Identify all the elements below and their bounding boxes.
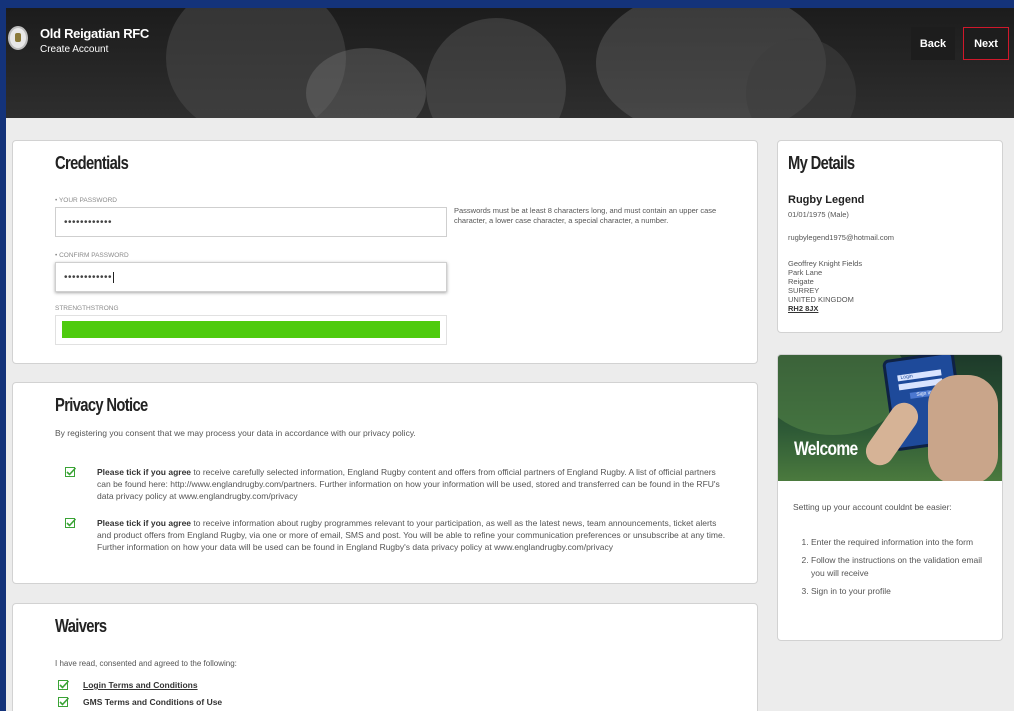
hand: [928, 375, 998, 481]
privacy-title: Privacy Notice: [55, 395, 148, 415]
consent-lead: Please tick if you agree: [97, 467, 192, 477]
credentials-card: Credentials • YOUR PASSWORD ••••••••••••…: [12, 140, 758, 364]
credentials-title: Credentials: [55, 153, 129, 173]
password-label: • YOUR PASSWORD: [55, 197, 117, 204]
page-subtitle: Create Account: [40, 44, 109, 55]
page-frame: Old Reigatian RFC Create Account Back Ne…: [6, 8, 1014, 711]
waivers-intro: I have read, consented and agreed to the…: [55, 659, 237, 668]
back-button[interactable]: Back: [911, 27, 955, 60]
user-dob: 01/01/1975 (Male): [788, 210, 849, 219]
consent-body: to receive carefully selected informatio…: [97, 467, 720, 502]
header-banner: Old Reigatian RFC Create Account Back Ne…: [6, 8, 1014, 118]
privacy-intro: By registering you consent that we may p…: [55, 428, 416, 438]
confirm-password-value: ••••••••••••: [64, 271, 113, 283]
confirm-password-input[interactable]: ••••••••••••: [55, 262, 447, 292]
strength-label: STRENGTHSTRONG: [55, 305, 119, 312]
welcome-step: Sign in to your profile: [811, 585, 993, 598]
privacy-consent-text-1: Please tick if you agree to receive care…: [97, 466, 727, 503]
welcome-image: Login Sign in Welcome: [778, 355, 1002, 481]
strength-bar: [62, 321, 440, 338]
welcome-step: Enter the required information into the …: [811, 536, 993, 549]
check-icon: [65, 467, 76, 477]
waiver-checkbox-1[interactable]: [58, 680, 69, 690]
postcode: RH2 8JX: [788, 304, 819, 313]
privacy-checkbox-2[interactable]: [65, 518, 76, 528]
next-button[interactable]: Next: [963, 27, 1009, 60]
user-name: Rugby Legend: [788, 194, 865, 206]
welcome-card: Login Sign in Welcome Setting up your ac…: [777, 354, 1003, 641]
text-cursor: [113, 271, 115, 283]
my-details-title: My Details: [788, 153, 855, 173]
gms-terms-link[interactable]: GMS Terms and Conditions of Use: [83, 697, 222, 707]
privacy-consent-text-2: Please tick if you agree to receive info…: [97, 517, 727, 554]
welcome-intro: Setting up your account couldnt be easie…: [793, 502, 952, 512]
welcome-steps: Enter the required information into the …: [793, 536, 993, 603]
password-hint: Passwords must be at least 8 characters …: [454, 206, 717, 225]
waiver-checkbox-2[interactable]: [58, 697, 69, 707]
welcome-title: Welcome: [794, 439, 858, 460]
check-icon: [65, 518, 76, 528]
club-crest-icon: [8, 26, 28, 50]
privacy-checkbox-1[interactable]: [65, 467, 76, 477]
check-icon: [58, 697, 69, 707]
consent-body: to receive information about rugby progr…: [97, 518, 726, 553]
club-name: Old Reigatian RFC: [40, 26, 150, 41]
user-email: rugbylegend1975@hotmail.com: [788, 233, 895, 242]
confirm-password-label: • CONFIRM PASSWORD: [55, 252, 129, 259]
waivers-title: Waivers: [55, 616, 107, 636]
my-details-card: My Details Rugby Legend 01/01/1975 (Male…: [777, 140, 1003, 333]
login-terms-link[interactable]: Login Terms and Conditions: [83, 680, 198, 690]
strength-meter: [55, 315, 447, 345]
password-input[interactable]: ••••••••••••: [55, 207, 447, 237]
waivers-card: Waivers I have read, consented and agree…: [12, 603, 758, 711]
consent-lead: Please tick if you agree: [97, 518, 192, 528]
check-icon: [58, 680, 69, 690]
privacy-notice-card: Privacy Notice By registering you consen…: [12, 382, 758, 584]
welcome-step: Follow the instructions on the validatio…: [811, 554, 993, 580]
